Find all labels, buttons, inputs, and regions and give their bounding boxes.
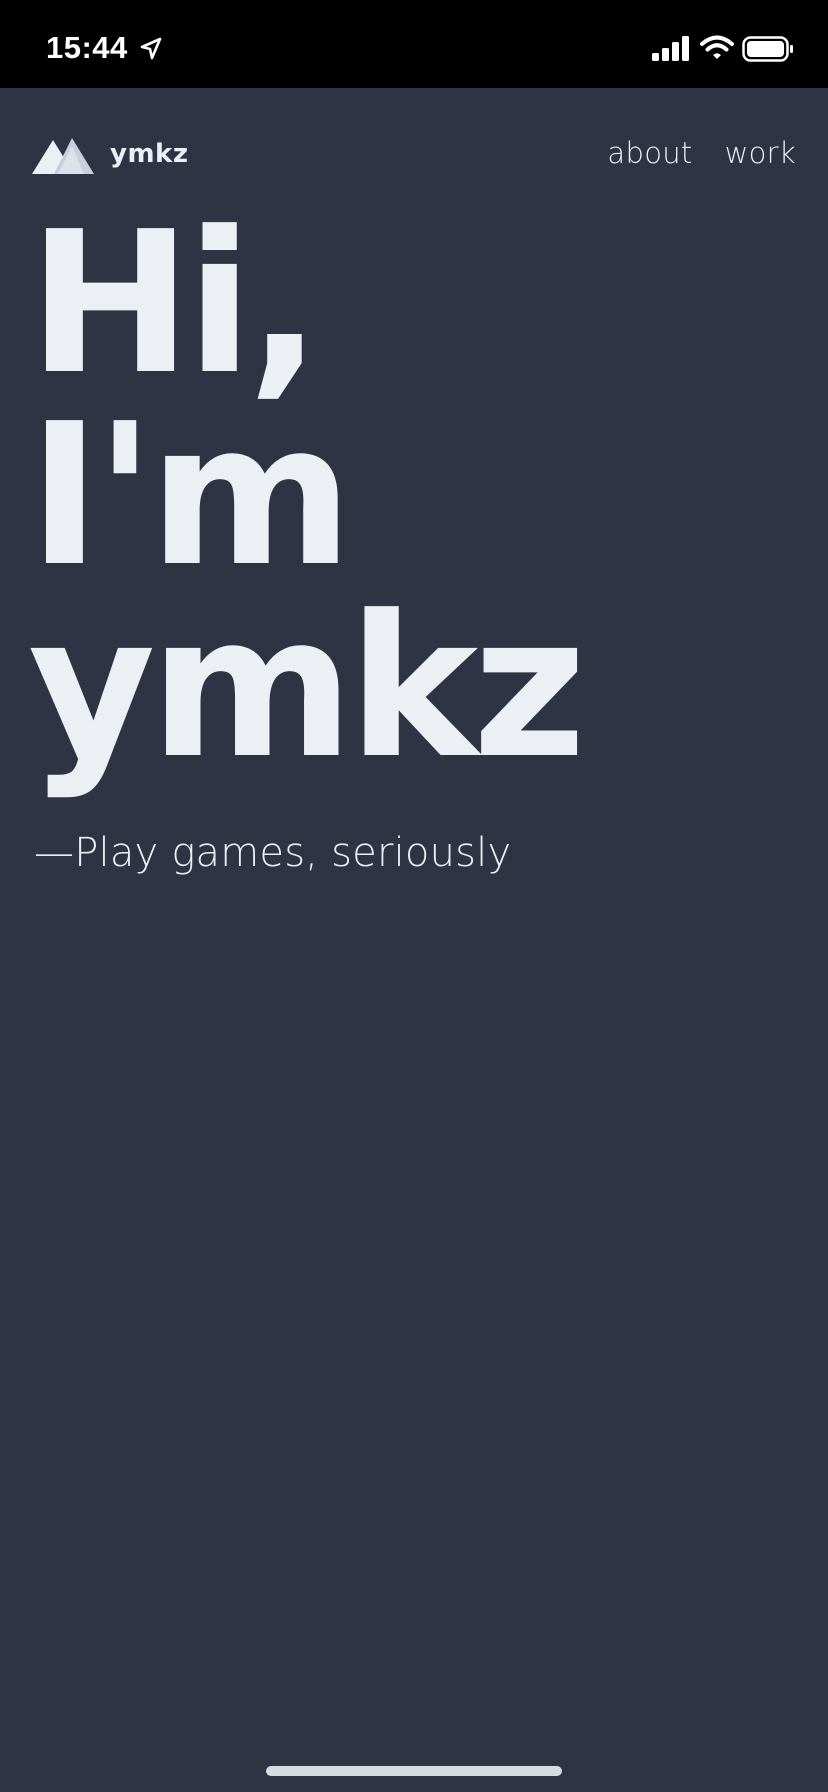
location-arrow-icon: [140, 37, 162, 60]
hero-line-im: I'm: [28, 382, 353, 610]
status-bar: 15:44: [0, 0, 828, 88]
status-time: 15:44: [46, 30, 128, 65]
main-nav: about work: [607, 136, 796, 170]
logo-link[interactable]: ymkz: [32, 134, 188, 174]
nav-link-work[interactable]: work: [725, 136, 796, 170]
hero-heading: Hi, I'm ymkz: [28, 190, 808, 802]
nav-link-about[interactable]: about: [607, 136, 692, 170]
tagline: —Play games, seriously: [34, 830, 512, 876]
cellular-signal-icon: [652, 36, 689, 61]
hero-line-greeting: Hi,: [28, 190, 322, 418]
mountain-icon: [32, 138, 94, 174]
page: ymkz about work Hi, I'm ymkz —Play games…: [0, 88, 828, 1792]
wifi-icon: [700, 35, 734, 59]
hero-line-name: ymkz: [28, 574, 586, 802]
logo-text: ymkz: [110, 139, 189, 169]
battery-icon: [742, 36, 793, 62]
home-indicator[interactable]: [266, 1766, 562, 1776]
